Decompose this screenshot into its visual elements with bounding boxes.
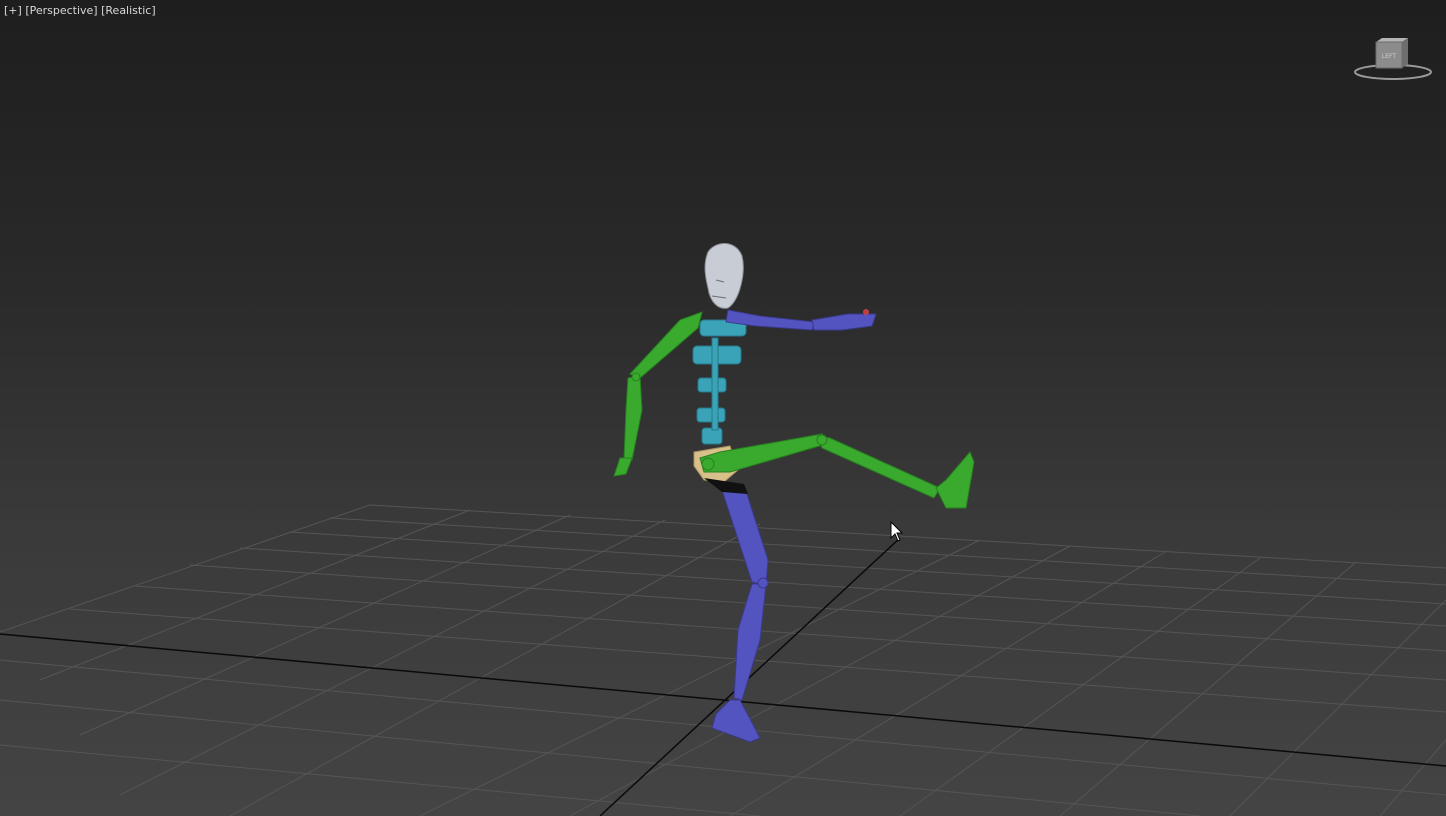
viewport-general-menu[interactable]: [+] <box>4 4 22 17</box>
viewcube-face-label: LEFT <box>1382 53 1396 60</box>
biped-spine[interactable] <box>692 319 747 445</box>
biped-skeleton[interactable] <box>613 243 975 743</box>
mouse-cursor-icon <box>890 521 904 542</box>
viewcube-side-face[interactable] <box>1402 38 1408 68</box>
viewport-view-menu[interactable]: [Perspective] <box>25 4 97 17</box>
biped-head[interactable] <box>704 243 744 309</box>
viewport-shading-menu[interactable]: [Realistic] <box>101 4 156 17</box>
viewport-scene[interactable] <box>0 0 1446 816</box>
ground-grid <box>0 504 1446 816</box>
viewport-label-menu: [+] [Perspective] [Realistic] <box>4 4 156 17</box>
biped-right-arm[interactable] <box>725 309 877 331</box>
biped-left-arm[interactable] <box>613 311 703 477</box>
perspective-viewport[interactable]: [+] [Perspective] [Realistic] LEFT <box>0 0 1446 816</box>
viewcube[interactable]: LEFT <box>1352 36 1434 84</box>
